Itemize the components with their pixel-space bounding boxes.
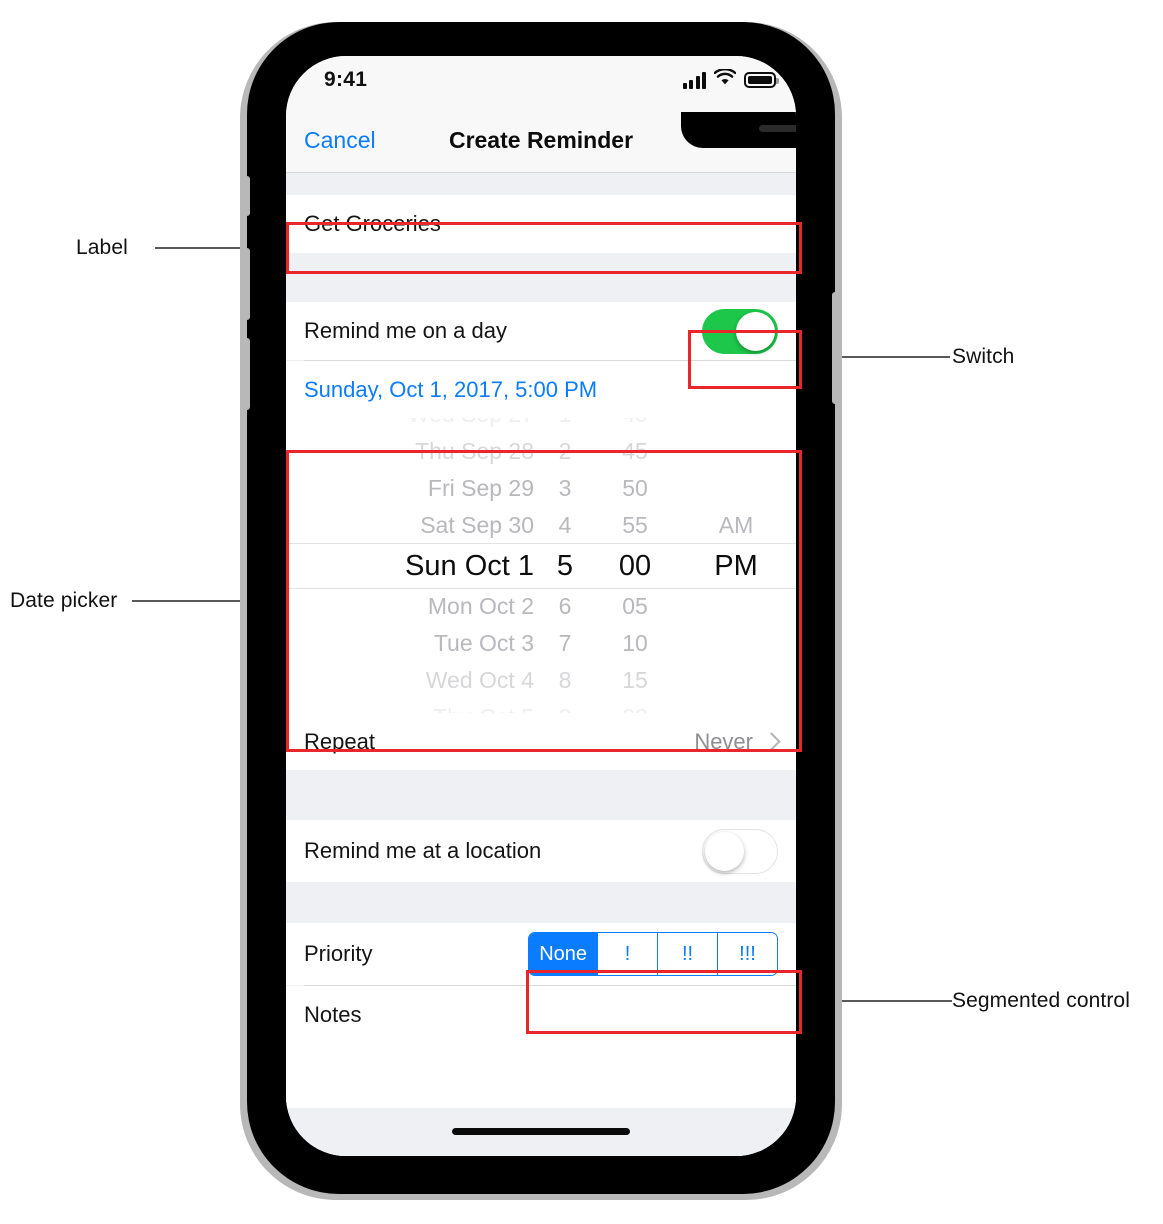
- date-picker-hour-column[interactable]: 1 2 3 4 5 6 7 8 9: [534, 418, 596, 713]
- picker-selection-bottom-line: [286, 588, 796, 589]
- reminder-form: Get Groceries Remind me on a day Sunday,…: [286, 173, 796, 1156]
- date-picker-minute-column[interactable]: 40 45 50 55 00 05 10 15 20: [596, 418, 674, 713]
- picker-date-item[interactable]: Thu Sep 28: [304, 433, 534, 470]
- repeat-value: Never: [694, 728, 753, 754]
- picker-date-item-selected[interactable]: Sun Oct 1: [304, 544, 534, 588]
- status-bar: 9:41: [286, 56, 796, 108]
- picker-minute-item[interactable]: 05: [596, 588, 674, 625]
- remind-me-on-a-day-row[interactable]: Remind me on a day: [286, 302, 796, 360]
- annotation-label: Label: [76, 236, 128, 259]
- picker-hour-item[interactable]: 2: [534, 433, 596, 470]
- repeat-row[interactable]: Repeat Never: [286, 713, 796, 770]
- cancel-button[interactable]: Cancel: [304, 127, 376, 154]
- repeat-label: Repeat: [304, 728, 375, 754]
- volume-down-button[interactable]: [241, 338, 250, 410]
- picker-hour-item[interactable]: 3: [534, 470, 596, 507]
- form-gap-3: [286, 882, 796, 923]
- switch-knob: [705, 831, 744, 871]
- form-gap-1: [286, 253, 796, 302]
- battery-icon: [744, 72, 779, 88]
- annotation-segmented-control: Segmented control: [952, 989, 1130, 1012]
- picker-date-item[interactable]: Wed Oct 4: [304, 662, 534, 699]
- remind-me-on-a-day-label: Remind me on a day: [304, 318, 507, 343]
- picker-hour-item[interactable]: 7: [534, 625, 596, 662]
- status-bar-indicators: [682, 68, 779, 91]
- selected-date-row[interactable]: Sunday, Oct 1, 2017, 5:00 PM: [286, 361, 796, 418]
- date-picker-meridiem-column[interactable]: . . . AM PM . . . .: [674, 418, 786, 713]
- device-notch: [681, 112, 796, 148]
- priority-row: Priority None ! !! !!!: [286, 923, 796, 985]
- picker-minute-item-selected[interactable]: 00: [596, 544, 674, 588]
- priority-segmented-control[interactable]: None ! !! !!!: [528, 932, 778, 976]
- volume-up-button[interactable]: [241, 248, 250, 320]
- picker-hour-item-selected[interactable]: 5: [534, 544, 596, 588]
- picker-date-item[interactable]: Tue Oct 3: [304, 625, 534, 662]
- cellular-signal-icon: [682, 71, 706, 89]
- date-picker-date-column[interactable]: Wed Sep 27 Thu Sep 28 Fri Sep 29 Sat Sep…: [304, 418, 534, 713]
- picker-minute-item[interactable]: 20: [596, 699, 674, 714]
- picker-minute-item[interactable]: 45: [596, 433, 674, 470]
- status-bar-time: 9:41: [324, 68, 368, 91]
- picker-hour-item[interactable]: 4: [534, 507, 596, 544]
- mute-switch-button[interactable]: [241, 176, 250, 216]
- picker-date-item[interactable]: Fri Sep 29: [304, 470, 534, 507]
- picker-minute-item[interactable]: 40: [596, 418, 674, 433]
- wifi-icon: [713, 68, 737, 91]
- picker-hour-item[interactable]: 8: [534, 662, 596, 699]
- picker-hour-item[interactable]: 1: [534, 418, 596, 433]
- phone-screen: 9:41 Cancel Create Reminder Done Get Gro…: [286, 56, 796, 1156]
- switch-knob: [736, 311, 775, 351]
- reminder-title-value: Get Groceries: [304, 211, 441, 236]
- picker-meridiem-item-selected[interactable]: PM: [686, 544, 786, 588]
- remind-me-at-a-location-label: Remind me at a location: [304, 838, 542, 863]
- notes-body[interactable]: [286, 1044, 796, 1108]
- picker-selection-top-line: [286, 543, 796, 544]
- picker-minute-item[interactable]: 10: [596, 625, 674, 662]
- picker-minute-item[interactable]: 15: [596, 662, 674, 699]
- remind-me-at-a-location-row[interactable]: Remind me at a location: [286, 820, 796, 882]
- priority-segment-medium[interactable]: !!: [657, 933, 717, 975]
- picker-minute-item[interactable]: 55: [596, 507, 674, 544]
- picker-date-item[interactable]: Sat Sep 30: [304, 507, 534, 544]
- remind-me-on-a-day-switch[interactable]: [702, 308, 778, 354]
- annotation-switch: Switch: [952, 345, 1015, 368]
- picker-minute-item[interactable]: 50: [596, 470, 674, 507]
- priority-segment-none[interactable]: None: [529, 933, 597, 975]
- earpiece-speaker-icon: [759, 125, 796, 132]
- form-gap-2: [286, 770, 796, 820]
- annotation-date-picker: Date picker: [10, 589, 118, 612]
- notes-row[interactable]: Notes: [286, 986, 796, 1044]
- priority-label: Priority: [304, 941, 373, 966]
- notes-label: Notes: [304, 1002, 362, 1027]
- picker-date-item[interactable]: Thu Oct 5: [304, 699, 534, 714]
- picker-hour-item[interactable]: 9: [534, 699, 596, 714]
- home-indicator-area: [286, 1120, 796, 1156]
- power-button[interactable]: [832, 292, 841, 404]
- picker-hour-item[interactable]: 6: [534, 588, 596, 625]
- chevron-right-icon: [762, 732, 781, 751]
- picker-date-item[interactable]: Wed Sep 27: [304, 418, 534, 433]
- picker-meridiem-item[interactable]: AM: [686, 507, 786, 544]
- priority-segment-low[interactable]: !: [597, 933, 657, 975]
- form-gap-top: [286, 173, 796, 195]
- home-indicator[interactable]: [452, 1128, 630, 1135]
- reminder-title-field[interactable]: Get Groceries: [286, 195, 796, 253]
- picker-date-item[interactable]: Mon Oct 2: [304, 588, 534, 625]
- priority-segment-high[interactable]: !!!: [717, 933, 777, 975]
- remind-me-at-a-location-switch[interactable]: [702, 828, 778, 874]
- selected-date-value: Sunday, Oct 1, 2017, 5:00 PM: [304, 376, 598, 402]
- date-picker[interactable]: Wed Sep 27 Thu Sep 28 Fri Sep 29 Sat Sep…: [286, 418, 796, 713]
